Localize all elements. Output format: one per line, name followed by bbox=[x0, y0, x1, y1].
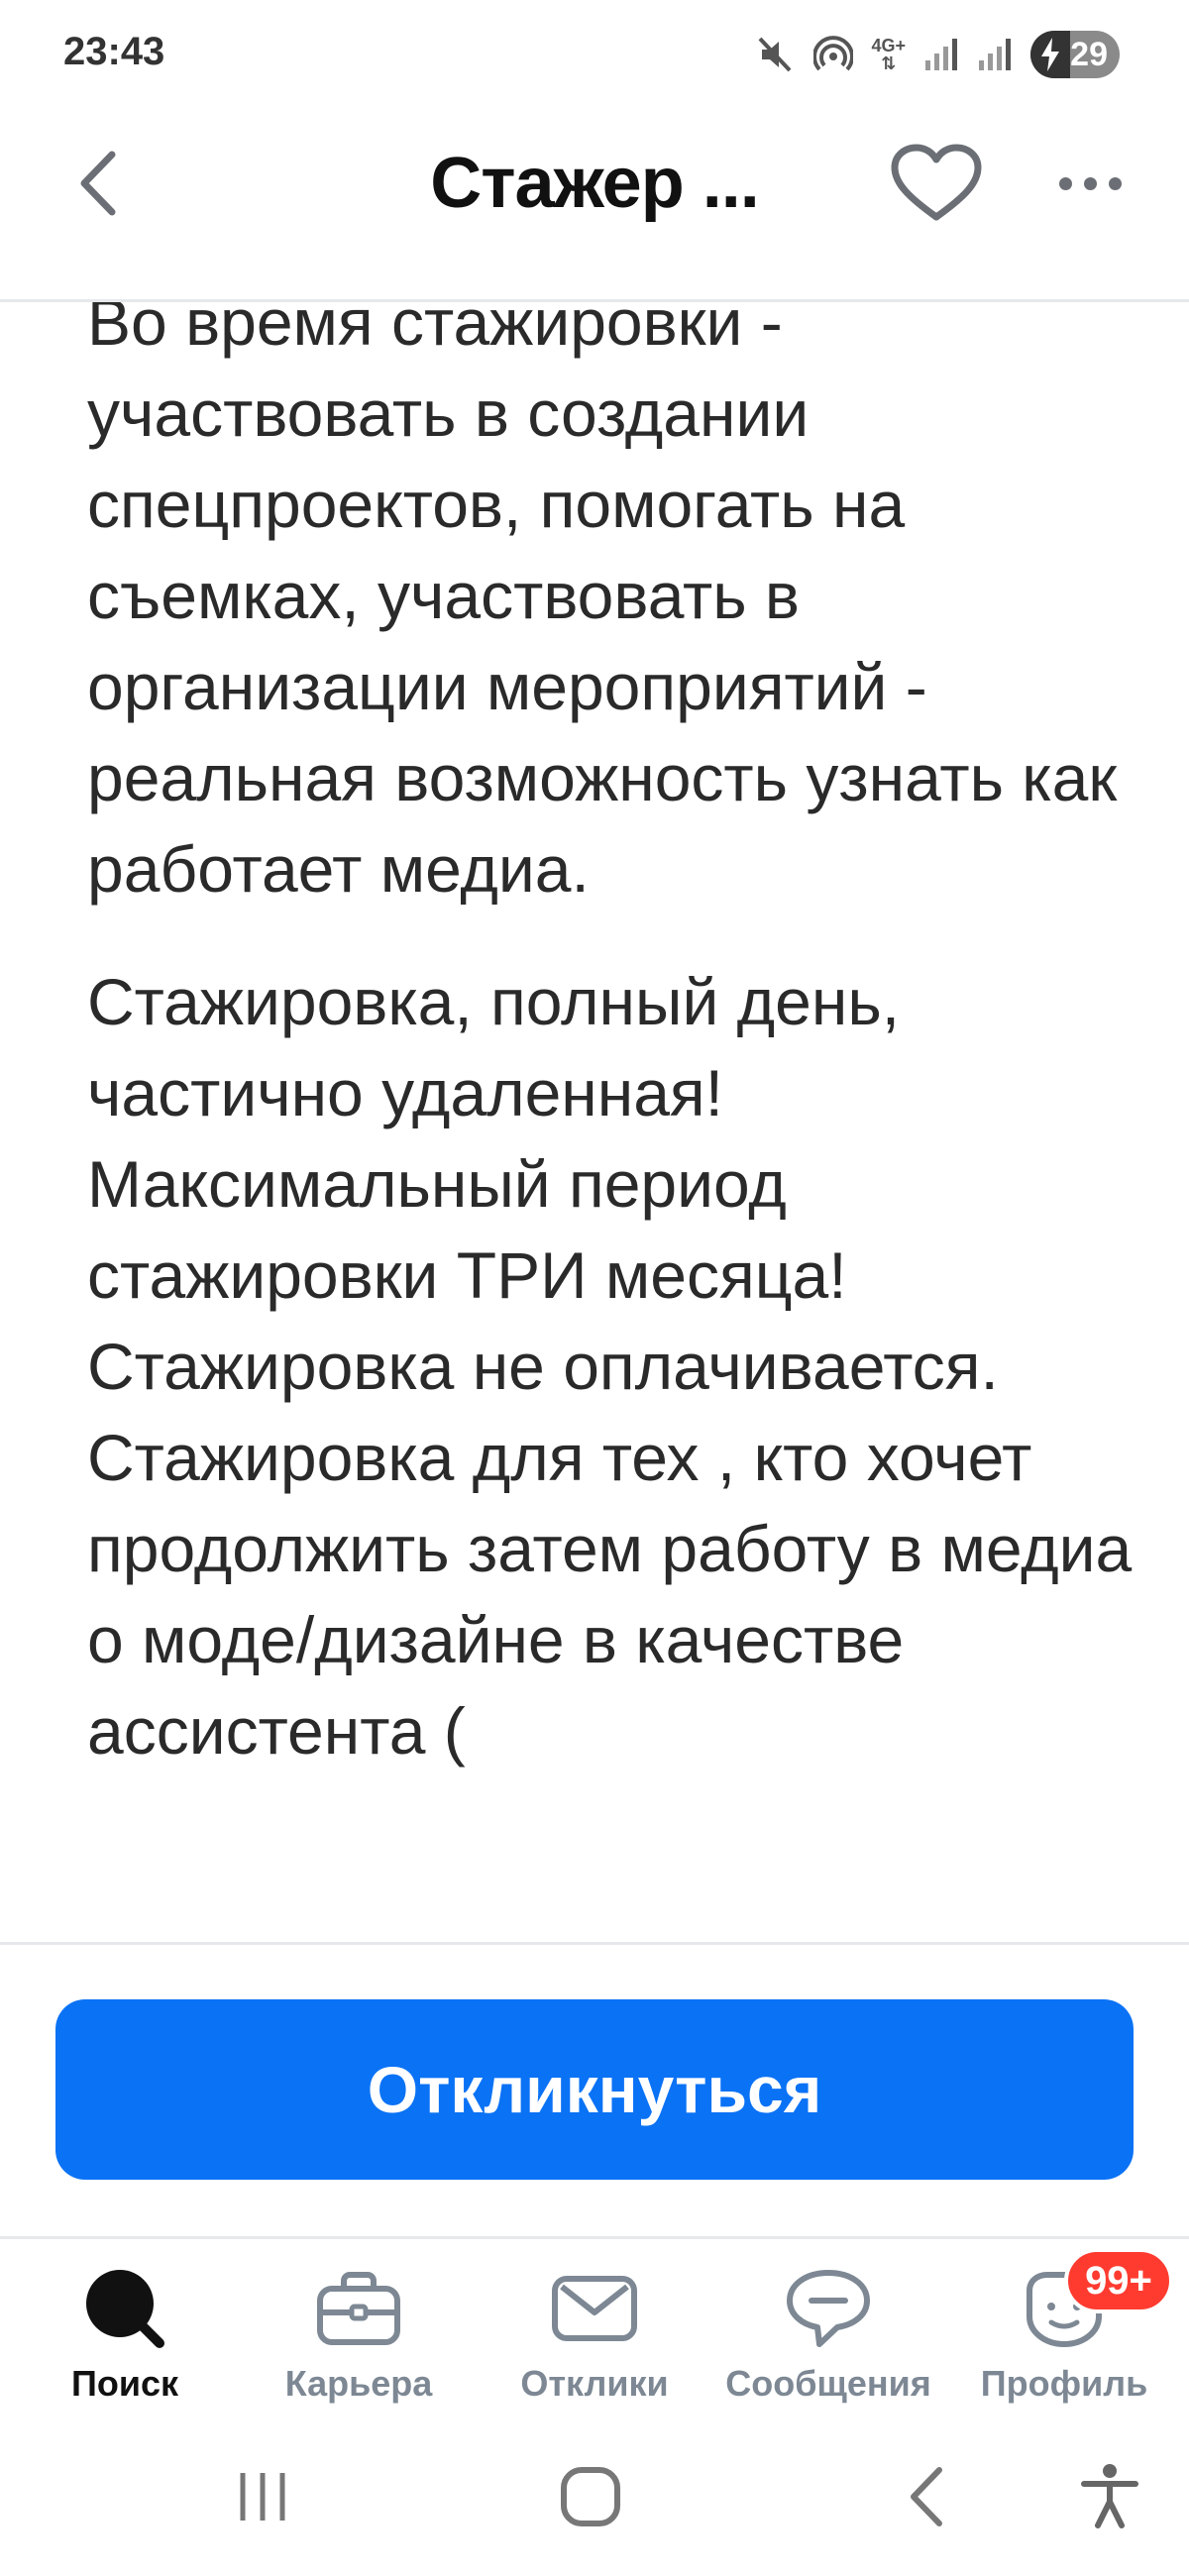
page-title: Стажер ... bbox=[430, 144, 759, 223]
vacancy-description[interactable]: Во время стажировки - участвовать в созд… bbox=[0, 302, 1189, 1942]
charging-bolt-icon bbox=[1030, 31, 1070, 78]
signal-icon bbox=[923, 37, 959, 72]
notification-badge: 99+ bbox=[1064, 2248, 1173, 2313]
system-back-button[interactable] bbox=[877, 2447, 976, 2546]
heart-icon bbox=[891, 144, 982, 221]
envelope-icon bbox=[545, 2264, 644, 2353]
home-icon bbox=[561, 2467, 620, 2526]
status-bar: 23:43 4G+ ⇅ 29 bbox=[0, 0, 1189, 109]
nav-label: Сообщения bbox=[725, 2363, 931, 2404]
favorite-button[interactable] bbox=[882, 129, 991, 238]
system-nav-bar bbox=[0, 2417, 1189, 2576]
chat-bubble-icon bbox=[779, 2264, 878, 2353]
content-fade bbox=[0, 1902, 1189, 1942]
network-label: 4G+ bbox=[871, 36, 906, 55]
respond-button[interactable]: Откликнуться bbox=[55, 1999, 1134, 2180]
battery-level: 29 bbox=[1070, 35, 1108, 73]
search-icon bbox=[75, 2264, 174, 2353]
back-button[interactable] bbox=[59, 129, 139, 238]
bottom-nav: Поиск Карьера Отклики Сообщения 99+ Проф… bbox=[0, 2239, 1189, 2417]
profile-face-icon: 99+ bbox=[1015, 2248, 1173, 2353]
nav-item-responses[interactable]: Отклики bbox=[486, 2264, 703, 2413]
briefcase-icon bbox=[309, 2264, 408, 2353]
nav-item-career[interactable]: Карьера bbox=[250, 2264, 468, 2413]
nav-label: Отклики bbox=[520, 2363, 669, 2404]
network-4g-icon: 4G+ ⇅ bbox=[871, 37, 906, 72]
more-button[interactable] bbox=[1030, 129, 1149, 238]
data-arrows-icon: ⇅ bbox=[881, 54, 897, 73]
description-paragraph: Стажировка, полный день, частично удален… bbox=[87, 965, 1133, 1768]
app-header: Стажер ... bbox=[0, 109, 1189, 302]
accessibility-icon bbox=[1081, 2464, 1138, 2528]
nav-label: Профиль bbox=[980, 2363, 1148, 2404]
nav-label: Карьера bbox=[284, 2363, 433, 2404]
status-time: 23:43 bbox=[63, 30, 165, 73]
respond-bar: Откликнуться bbox=[0, 1942, 1189, 2239]
description-paragraph: Во время стажировки - участвовать в созд… bbox=[87, 302, 1118, 906]
nav-item-profile[interactable]: 99+ Профиль bbox=[955, 2248, 1173, 2413]
battery-icon: 29 bbox=[1030, 31, 1120, 78]
nav-item-messages[interactable]: Сообщения bbox=[719, 2264, 937, 2413]
mute-icon bbox=[756, 35, 796, 74]
signal-icon bbox=[977, 37, 1013, 72]
back-icon bbox=[911, 2467, 942, 2526]
recent-apps-icon bbox=[240, 2473, 285, 2521]
home-button[interactable] bbox=[541, 2447, 640, 2546]
hotspot-icon bbox=[813, 35, 854, 74]
more-dot bbox=[1058, 176, 1072, 190]
recent-apps-button[interactable] bbox=[213, 2447, 312, 2546]
accessibility-button[interactable] bbox=[1060, 2447, 1159, 2546]
more-dot bbox=[1083, 176, 1097, 190]
nav-label: Поиск bbox=[70, 2363, 179, 2404]
status-icons: 4G+ ⇅ 29 bbox=[756, 30, 1120, 79]
more-dot bbox=[1108, 176, 1122, 190]
description-text: Во время стажировки - участвовать в созд… bbox=[87, 302, 1147, 1818]
chevron-left-icon bbox=[80, 151, 116, 216]
nav-item-search[interactable]: Поиск bbox=[16, 2264, 234, 2413]
